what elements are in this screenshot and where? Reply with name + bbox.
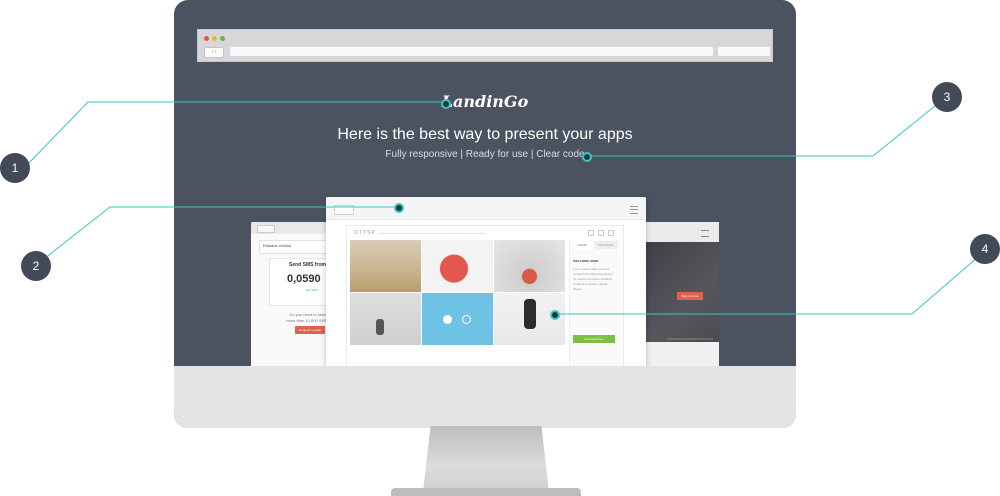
callout-badge-1: 1 (0, 153, 30, 183)
callout-badge-4: 4 (970, 234, 1000, 264)
callout-line-3 (586, 96, 947, 157)
callout-line-4 (554, 249, 987, 315)
callout-anchor-4 (550, 310, 560, 320)
callout-lines (25, 96, 987, 315)
callout-anchor-2 (394, 203, 404, 213)
callout-badge-2: 2 (21, 251, 51, 281)
callout-line-2 (34, 206, 394, 267)
callout-line-1 (25, 101, 444, 167)
callout-anchor-1 (441, 99, 451, 109)
callout-anchor-3 (582, 152, 592, 162)
callout-badge-3: 3 (932, 82, 962, 112)
